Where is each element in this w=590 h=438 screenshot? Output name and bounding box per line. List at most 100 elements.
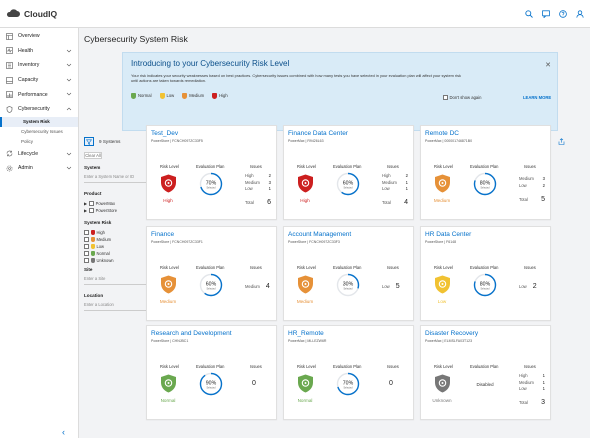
risk-option-medium[interactable]: Medium bbox=[84, 236, 148, 243]
system-card[interactable]: Finance PowerStore | FCNCH097ZC33F1 Risk L… bbox=[146, 226, 277, 321]
sidebar-item-performance[interactable]: Performance bbox=[0, 87, 78, 102]
help-icon[interactable] bbox=[559, 9, 567, 18]
card-title[interactable]: Disaster Recovery bbox=[425, 330, 478, 337]
checkbox-box[interactable] bbox=[84, 237, 89, 242]
issue-label: Medium bbox=[245, 284, 260, 289]
system-search-input[interactable]: Enter a System Name or ID bbox=[84, 174, 148, 183]
close-icon[interactable]: ✕ bbox=[545, 61, 551, 69]
issue-label: Medium bbox=[382, 179, 397, 185]
risk-level-text: Medium bbox=[433, 198, 451, 203]
issue-single: Medium 4 bbox=[245, 283, 270, 290]
card-title[interactable]: HR Data Center bbox=[425, 231, 471, 238]
issue-count: 3 bbox=[542, 176, 545, 181]
system-card[interactable]: Remote DC PowerMax | 000001746871B0 Risk L… bbox=[420, 125, 551, 220]
card-title[interactable]: Finance Data Center bbox=[288, 130, 348, 137]
issue-label: High bbox=[519, 373, 528, 378]
card-title[interactable]: Research and Development bbox=[151, 330, 232, 337]
risk-option-unknown[interactable]: Unknown bbox=[84, 257, 148, 264]
site-search-input[interactable]: Enter a Site bbox=[84, 276, 148, 285]
collapse-sidebar-icon[interactable]: ‹ bbox=[62, 427, 65, 437]
legend-label: High bbox=[219, 93, 228, 99]
product-option-powerstore[interactable]: ▶ PowerStore bbox=[84, 207, 148, 214]
sidebar-subitem-policy[interactable]: Policy bbox=[0, 137, 78, 147]
caret-right-icon[interactable]: ▶ bbox=[84, 208, 87, 213]
issue-count: 2 bbox=[542, 182, 545, 188]
sidebar-item-inventory[interactable]: Inventory bbox=[0, 58, 78, 73]
eval-selected-label: Selected bbox=[207, 187, 217, 190]
product-option-powermax[interactable]: ▶ PowerMax bbox=[84, 200, 148, 207]
filter-risk-heading: System Risk bbox=[84, 220, 112, 225]
issue-row: Low 2 bbox=[519, 183, 545, 188]
issue-row: High 1 bbox=[519, 373, 545, 378]
sidebar-item-overview[interactable]: Overview bbox=[0, 29, 78, 44]
eval-percent: 30% bbox=[343, 282, 354, 288]
issue-row: Low 1 bbox=[245, 186, 271, 191]
sidebar-item-admin[interactable]: Admin bbox=[0, 161, 78, 176]
checkbox-box[interactable] bbox=[89, 208, 94, 213]
search-icon[interactable] bbox=[525, 9, 533, 18]
dont-show-checkbox[interactable]: Don't show again bbox=[443, 95, 482, 100]
card-title[interactable]: Finance bbox=[151, 231, 174, 238]
issue-count: 1 bbox=[405, 179, 408, 185]
shield-icon bbox=[435, 374, 450, 393]
system-card[interactable]: HR Data Center PowerStore | F6148 Risk Lev… bbox=[420, 226, 551, 321]
brand-logo[interactable]: CloudIQ bbox=[6, 9, 57, 19]
legend-low: Low bbox=[159, 93, 174, 99]
filter-toggle-button[interactable] bbox=[84, 137, 94, 146]
location-search-input[interactable]: Enter a Location bbox=[84, 302, 148, 311]
sidebar-item-capacity[interactable]: Capacity bbox=[0, 73, 78, 88]
shield-icon bbox=[298, 374, 313, 393]
legend-label: Normal bbox=[138, 93, 152, 99]
capacity-icon bbox=[6, 76, 13, 84]
card-title[interactable]: Test_Dev bbox=[151, 130, 178, 137]
legend-medium: Medium bbox=[182, 93, 204, 99]
checkbox-box[interactable] bbox=[84, 244, 89, 249]
eval-percent: 70% bbox=[206, 181, 217, 187]
chat-icon[interactable] bbox=[542, 9, 550, 18]
card-title[interactable]: HR_Remote bbox=[288, 330, 324, 337]
sidebar-item-label: Cybersecurity bbox=[18, 106, 50, 113]
system-card[interactable]: Test_Dev PowerStore | FCNCH097ZC33F5 Risk … bbox=[146, 125, 277, 220]
issue-count: 1 bbox=[268, 186, 271, 191]
eval-selected-label: Selected bbox=[481, 288, 491, 291]
risk-option-low[interactable]: Low bbox=[84, 243, 148, 250]
clear-all-button[interactable]: Clear All bbox=[84, 152, 102, 159]
health-icon bbox=[6, 47, 13, 55]
eval-percent: 90% bbox=[206, 381, 217, 387]
risk-option-normal[interactable]: Normal bbox=[84, 250, 148, 257]
user-icon[interactable] bbox=[576, 9, 584, 18]
system-card[interactable]: Research and Development PowerStore | CHN… bbox=[146, 325, 277, 420]
eval-selected-label: Selected bbox=[207, 288, 217, 291]
issues-header: Issues bbox=[387, 265, 399, 270]
system-card[interactable]: Account Management PowerStore | FCNCH097Z… bbox=[283, 226, 414, 321]
eval-selected-label: Selected bbox=[207, 387, 217, 390]
filter-site-heading: Site bbox=[84, 267, 93, 272]
export-icon[interactable] bbox=[558, 138, 565, 145]
card-title[interactable]: Remote DC bbox=[425, 130, 459, 137]
checkbox-box[interactable] bbox=[84, 258, 89, 263]
checkbox-box[interactable] bbox=[443, 95, 448, 100]
sidebar-subitem-cybersecurity-issues[interactable]: Cybersecurity Issues bbox=[0, 127, 78, 137]
checkbox-box[interactable] bbox=[84, 230, 89, 235]
evaluation-gauge: 30%Selected bbox=[336, 273, 360, 297]
issue-count-zero: 0 bbox=[252, 380, 256, 387]
system-card[interactable]: Disaster Recovery PowerMax | ELMSLFA03T12… bbox=[420, 325, 551, 420]
sidebar-item-health[interactable]: Health bbox=[0, 44, 78, 59]
sidebar-item-cybersecurity[interactable]: Cybersecurity bbox=[0, 102, 78, 117]
evaluation-gauge: 70%Selected bbox=[336, 372, 360, 396]
total-count: 3 bbox=[541, 399, 545, 406]
caret-right-icon[interactable]: ▶ bbox=[84, 201, 87, 206]
eval-percent: 70% bbox=[343, 381, 354, 387]
checkbox-box[interactable] bbox=[89, 201, 94, 206]
card-title[interactable]: Account Management bbox=[288, 231, 351, 238]
risk-option-high[interactable]: High bbox=[84, 229, 148, 236]
issue-total-row: Total 6 bbox=[245, 199, 271, 206]
checkbox-box[interactable] bbox=[84, 251, 89, 256]
system-card[interactable]: Finance Data Center PowerMax | R9426L63 Ri… bbox=[283, 125, 414, 220]
learn-more-link[interactable]: LEARN MORE bbox=[523, 95, 551, 100]
total-label: Total bbox=[519, 400, 528, 405]
option-label: PowerMax bbox=[95, 201, 115, 206]
sidebar-subitem-system-risk[interactable]: System Risk bbox=[0, 116, 78, 127]
system-card[interactable]: HR_Remote PowerMax | MLLEZW6R Risk Level Ev… bbox=[283, 325, 414, 420]
sidebar-item-lifecycle[interactable]: Lifecycle bbox=[0, 147, 78, 162]
